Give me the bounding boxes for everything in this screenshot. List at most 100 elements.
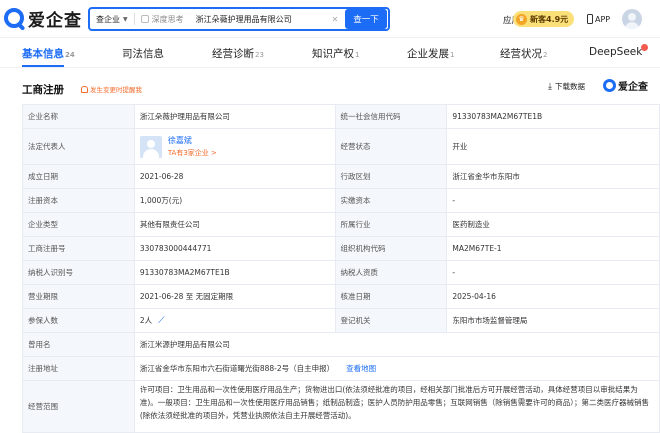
label-company-type: 企业类型 [23,213,135,236]
value-establish-date: 2021-06-28 [135,165,336,188]
search-scope-dropdown[interactable]: 查企业 ▼ [90,14,128,25]
value-registered-address: 浙江省金华市东阳市六石街道曙光街888-2号（自主申报） 查看地图 [135,357,660,380]
vip-badge[interactable]: ♛ 新客4.9元 [513,11,575,27]
representative-text: 徐嘉斌 TA有3家企业 > [168,135,217,158]
top-bar: 爱企查 查企业 ▼ 深度思考 浙江朵薇护理用品有限公司 ✕ 查一下 应用▼ ♛ … [0,0,660,38]
value-business-scope: 许可项目：卫生用品和一次性使用医疗用品生产；货物进出口(依法须经批准的项目，经相… [135,381,660,432]
section-title: 工商注册 [22,84,64,96]
app-label: APP [595,14,611,24]
change-notify-link[interactable]: 发生变更时提醒我 [81,84,142,94]
search-scope-label: 查企业 [96,14,120,24]
insured-count-text: 2人 [139,316,153,325]
value-business-term: 2021-06-28 至 无固定期限 [135,285,336,308]
table-row: 法定代表人 徐嘉斌 TA有3家企业 > 经营状态 开业 [23,129,660,165]
tab-label: 经营状况 [500,48,542,60]
value-legal-representative: 徐嘉斌 TA有3家企业 > [135,129,336,164]
tab-label: 经营诊断 [212,48,254,60]
label-establish-date: 成立日期 [23,165,135,188]
download-button[interactable]: ⤓ 下载数据 [548,81,585,92]
value-taxpayer-qualification: - [447,261,660,284]
tab-count: 24 [65,51,75,59]
search-button[interactable]: 查一下 [345,9,387,29]
tab-label: 企业发展 [407,48,449,60]
tab-label: 司法信息 [122,48,164,60]
search-input[interactable]: 浙江朵薇护理用品有限公司 [196,14,329,25]
label-legal-representative: 法定代表人 [23,129,135,164]
person-avatar-icon [139,135,162,158]
tab-intellectual-property[interactable]: 知识产权1 [312,46,359,61]
deep-think-label: 深度思考 [151,14,184,24]
logo-text: 爱企查 [28,10,82,31]
label-org-code: 组织机构代码 [335,237,448,260]
value-company-type: 其他有限责任公司 [135,213,336,236]
value-former-name: 浙江米源护理用品有限公司 [135,333,660,356]
table-row: 注册地址 浙江省金华市东阳市六石街道曙光街888-2号（自主申报） 查看地图 [23,357,660,381]
label-registration-authority: 登记机关 [335,309,448,332]
crown-icon: ♛ [516,13,527,25]
value-business-status: 开业 [447,129,660,164]
download-icon: ⤓ [548,81,552,92]
label-approval-date: 核准日期 [335,285,448,308]
tab-count: 2 [543,51,548,59]
change-notify-label: 发生变更时提醒我 [90,86,142,94]
divider [133,13,135,25]
tab-count: 1 [355,51,360,59]
table-row: 曾用名 浙江米源护理用品有限公司 [23,333,660,357]
value-org-code: MA2M67TE-1 [447,237,660,260]
business-registration-table: 企业名称 浙江朵薇护理用品有限公司 统一社会信用代码 91330783MA2M6… [22,104,660,433]
tab-bar: 基本信息24 司法信息 经营诊断23 知识产权1 企业发展1 经营状况2 Dee… [0,38,660,68]
label-registration-number: 工商注册号 [23,237,135,260]
logo[interactable]: 爱企查 [4,6,82,31]
label-registered-capital: 注册资本 [23,189,135,212]
avatar[interactable] [622,9,642,29]
view-map-link[interactable]: 查看地图 [346,363,376,374]
section-header: 工商注册 发生变更时提醒我 ⤓ 下载数据 爱企查 [0,68,660,104]
notification-dot [641,44,648,51]
representative-companies-link[interactable]: TA有3家企业 > [168,148,217,158]
tab-basic-info[interactable]: 基本信息24 [22,46,75,61]
tab-business-diagnosis[interactable]: 经营诊断23 [212,46,264,61]
value-insured-count: 2人 ⟋ [135,309,336,332]
label-former-name: 曾用名 [23,333,135,356]
tab-label: 基本信息 [22,48,64,60]
label-insured-count: 参保人数 [23,309,135,332]
representative-name-link[interactable]: 徐嘉斌 [168,135,217,146]
table-row: 参保人数 2人 ⟋ 登记机关 东阳市市场监督管理局 [23,309,660,333]
app-link[interactable]: APP [587,14,610,24]
table-row: 工商注册号 330783000444771 组织机构代码 MA2M67TE-1 [23,237,660,261]
label-admin-division: 行政区划 [335,165,448,188]
tab-label: DeepSeek [589,46,643,58]
value-industry: 医药制造业 [447,213,660,236]
table-row: 注册资本 1,000万(元) 实缴资本 - [23,189,660,213]
download-label: 下载数据 [554,82,585,91]
tab-deepseek[interactable]: DeepSeek [589,46,642,58]
table-row: 营业期限 2021-06-28 至 无固定期限 核准日期 2025-04-16 [23,285,660,309]
tab-count: 23 [255,51,264,59]
clear-icon[interactable]: ✕ [329,15,341,24]
label-business-scope: 经营范围 [23,381,135,432]
brand-watermark: 爱企查 [603,78,648,93]
value-paid-in-capital: - [447,189,660,212]
table-row: 成立日期 2021-06-28 行政区划 浙江省金华市东阳市 [23,165,660,189]
tab-enterprise-development[interactable]: 企业发展1 [407,46,454,61]
table-row: 企业类型 其他有限责任公司 所属行业 医药制造业 [23,213,660,237]
value-registration-authority: 东阳市市场监督管理局 [447,309,660,332]
label-taxpayer-id: 纳税人识别号 [23,261,135,284]
logo-icon [603,79,616,92]
value-credit-code: 91330783MA2M67TE1B [447,105,660,128]
table-row: 经营范围 许可项目：卫生用品和一次性使用医疗用品生产；货物进出口(依法须经批准的… [23,381,660,433]
deep-think-toggle[interactable]: 深度思考 [140,14,184,25]
chevron-down-icon: ▼ [123,15,128,23]
tab-label: 知识产权 [312,48,354,60]
value-registered-capital: 1,000万(元) [135,189,336,212]
tab-judicial-info[interactable]: 司法信息 [122,46,165,61]
label-credit-code: 统一社会信用代码 [335,105,448,128]
search-bar: 查企业 ▼ 深度思考 浙江朵薇护理用品有限公司 ✕ 查一下 [88,7,390,31]
representative-card[interactable]: 徐嘉斌 TA有3家企业 > [139,135,217,158]
vip-label: 新客4.9元 [530,14,569,24]
checkbox-icon [140,15,149,23]
tab-operating-status[interactable]: 经营状况2 [500,46,547,61]
logo-icon [4,8,24,28]
trend-chart-icon[interactable]: ⟋ [158,316,164,326]
label-taxpayer-qualification: 纳税人资质 [335,261,448,284]
